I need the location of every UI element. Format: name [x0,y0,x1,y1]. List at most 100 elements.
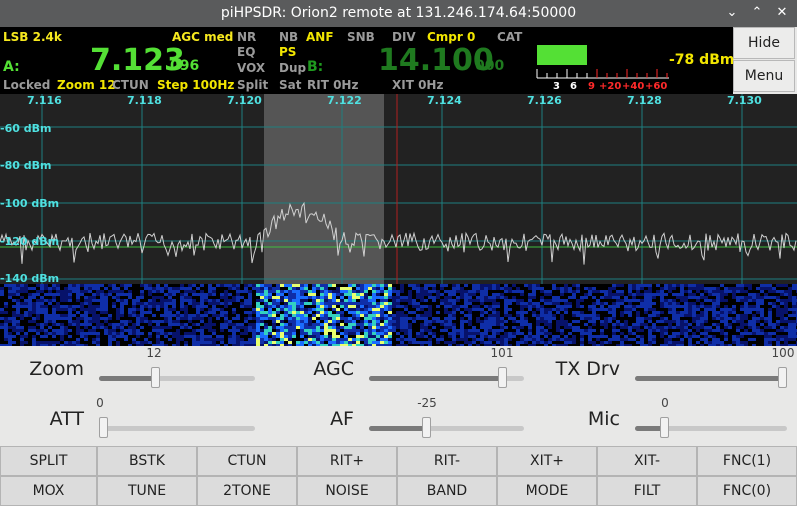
waterfall-cell [632,332,636,335]
waterfall-cell [460,296,464,299]
waterfall-cell [560,323,564,326]
waterfall-cell [472,341,476,344]
rit-plus-button[interactable]: RIT+ [297,446,397,476]
waterfall-cell [680,341,684,344]
waterfall-cell [180,302,184,305]
waterfall-cell [640,320,644,323]
waterfall-cell [232,287,236,290]
waterfall-cell [208,311,212,314]
noise-button[interactable]: NOISE [297,476,397,506]
waterfall-cell [388,329,392,332]
waterfall-cell [380,335,384,338]
ctun-button[interactable]: CTUN [197,446,297,476]
waterfall-cell [68,305,72,308]
hide-button[interactable]: Hide [733,27,795,59]
waterfall-cell [320,290,324,293]
txdrv-slider-handle[interactable] [778,367,787,388]
waterfall-cell [344,320,348,323]
waterfall-cell [784,308,788,311]
mic-slider-handle[interactable] [659,417,669,438]
waterfall-cell [276,296,280,299]
tune-button[interactable]: TUNE [97,476,197,506]
waterfall-cell [668,284,672,287]
waterfall-cell [636,305,640,308]
waterfall-cell [512,317,516,320]
filt-button[interactable]: FILT [597,476,697,506]
waterfall-cell [260,317,264,320]
waterfall-cell [276,299,280,302]
mox-button[interactable]: MOX [0,476,97,506]
waterfall-cell [24,332,28,335]
mode-button[interactable]: MODE [497,476,597,506]
waterfall-cell [496,320,500,323]
s-meter-label-9: 9 [588,81,595,92]
waterfall-cell [12,299,16,302]
bstk-button[interactable]: BSTK [97,446,197,476]
fnc1-button[interactable]: FNC(1) [697,446,797,476]
waterfall-cell [760,317,764,320]
waterfall-cell [556,311,560,314]
agc-slider-handle[interactable] [498,367,508,388]
waterfall-cell [384,314,388,317]
waterfall-cell [480,308,484,311]
waterfall-cell [244,287,248,290]
waterfall-cell [492,302,496,305]
fnc0-button[interactable]: FNC(0) [697,476,797,506]
waterfall-cell [16,299,20,302]
waterfall[interactable] [0,284,797,346]
mic-slider[interactable] [635,417,787,438]
waterfall-cell [640,335,644,338]
waterfall-cell [296,317,300,320]
waterfall-cell [460,323,464,326]
waterfall-cell [580,299,584,302]
waterfall-cell [188,332,192,335]
waterfall-cell [576,284,580,287]
waterfall-cell [384,296,388,299]
af-slider[interactable] [369,417,524,438]
close-icon[interactable]: ✕ [772,3,792,23]
waterfall-cell [380,290,384,293]
zoom-slider[interactable] [99,367,255,388]
window-titlebar[interactable]: piHPSDR: Orion2 remote at 131.246.174.64… [0,0,797,27]
maximize-icon[interactable]: ⌃ [747,3,767,23]
split-button[interactable]: SPLIT [0,446,97,476]
waterfall-cell [64,290,68,293]
waterfall-cell [744,341,748,344]
rit-minus-button[interactable]: RIT- [397,446,497,476]
xit-minus-button[interactable]: XIT- [597,446,697,476]
af-slider-handle[interactable] [422,417,432,438]
minimize-icon[interactable]: ⌄ [722,3,742,23]
waterfall-cell [648,341,652,344]
waterfall-cell [640,329,644,332]
menu-button[interactable]: Menu [733,60,795,92]
two-tone-button[interactable]: 2TONE [197,476,297,506]
waterfall-cell [716,287,720,290]
waterfall-cell [44,287,48,290]
waterfall-cell [352,293,356,296]
waterfall-cell [228,338,232,341]
band-button[interactable]: BAND [397,476,497,506]
waterfall-cell [364,314,368,317]
waterfall-cell [516,326,520,329]
txdrv-slider[interactable] [635,367,787,388]
waterfall-cell [120,314,124,317]
waterfall-cell [196,341,200,344]
waterfall-cell [272,320,276,323]
waterfall-cell [464,335,468,338]
att-slider-handle[interactable] [99,417,108,438]
waterfall-cell [164,308,168,311]
waterfall-cell [372,293,376,296]
panadapter[interactable]: 7.116 7.118 7.120 7.122 7.124 7.126 7.12… [0,94,797,285]
waterfall-cell [760,290,764,293]
agc-slider[interactable] [369,367,524,388]
waterfall-cell [100,308,104,311]
zoom-slider-handle[interactable] [151,367,161,388]
waterfall-cell [748,305,752,308]
waterfall-cell [452,326,456,329]
waterfall-cell [608,308,612,311]
vfo-display[interactable]: LSB 2.4k AGC med NR NB ANF SNB DIV Cmpr … [0,27,734,94]
xit-plus-button[interactable]: XIT+ [497,446,597,476]
waterfall-cell [384,305,388,308]
waterfall-cell [180,314,184,317]
att-slider[interactable] [99,417,255,438]
